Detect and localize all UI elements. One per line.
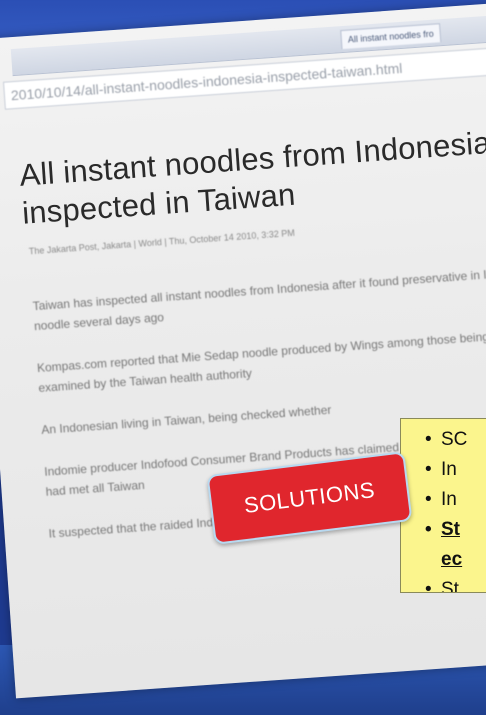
- solutions-list-box: SC In In St ec St: [400, 418, 486, 593]
- solution-item: SC: [401, 425, 486, 455]
- solution-item-highlighted: St: [401, 515, 486, 545]
- article-paragraph: Kompas.com reported that Mie Sedap noodl…: [36, 329, 486, 396]
- news-page-photo: All instant noodles fro 2010/10/14/all-i…: [0, 0, 486, 699]
- solution-item: In: [401, 455, 486, 485]
- solutions-badge-label: SOLUTIONS: [242, 477, 377, 518]
- solution-item: St: [401, 575, 486, 592]
- article-paragraph: Taiwan has inspected all instant noodles…: [32, 264, 486, 334]
- browser-tab[interactable]: All instant noodles fro: [340, 23, 442, 50]
- solution-item-highlighted-continued: ec: [441, 549, 463, 570]
- solutions-list: SC In In St ec St: [401, 419, 486, 592]
- article-headline: All instant noodles from Indonesia inspe…: [18, 124, 486, 231]
- solution-item: In: [401, 485, 486, 515]
